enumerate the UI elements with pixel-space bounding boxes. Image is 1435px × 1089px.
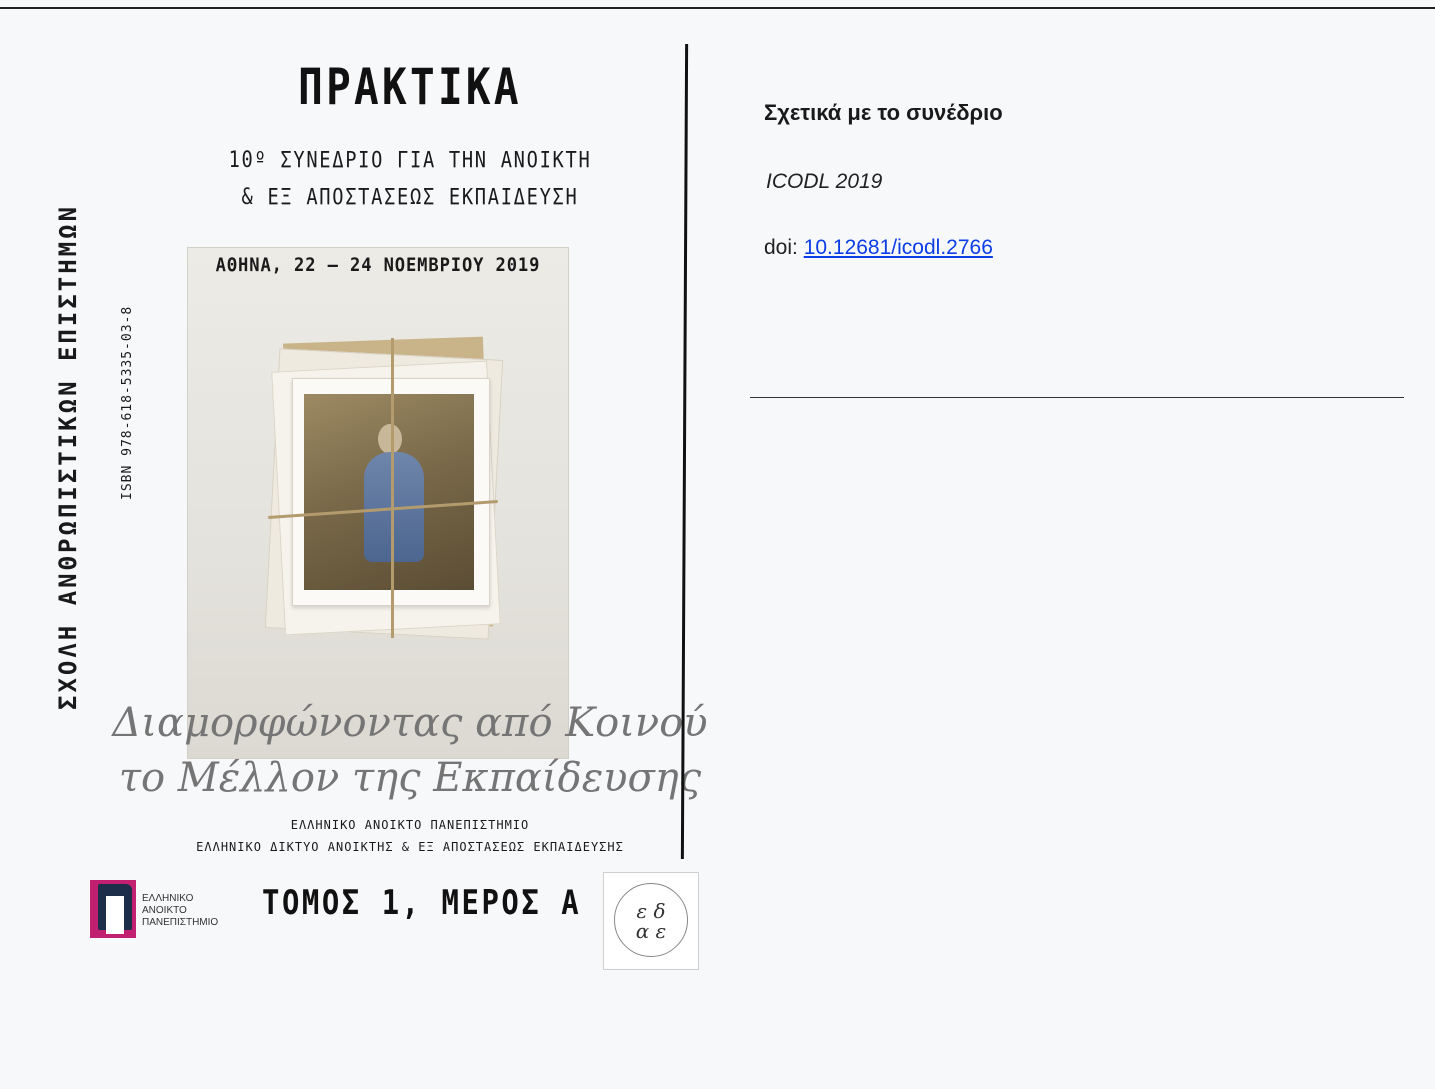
doi-line: doi: 10.12681/icodl.2766 [764,236,993,260]
doi-label: doi: [764,236,798,259]
cover-date-place: ΑΘΗΝΑ, 22 – 24 ΝΟΕΜΒΡΙΟΥ 2019 [215,254,541,276]
edae-logo: ε δα ε [603,872,699,970]
eap-logo: ΕΛΛΗΝΙΚΟ ΑΝΟΙΚΤΟ ΠΑΝΕΠΙΣΤΗΜΙΟ [90,880,230,942]
top-divider [0,7,1435,9]
cover-publisher-line-2: ΕΛΛΗΝΙΚΟ ΔΙΚΤΥΟ ΑΝΟΙΚΤΗΣ & ΕΞ ΑΠΟΣΤΑΣΕΩΣ… [196,840,624,854]
cover-conference-line-2: & ΕΞ ΑΠΟΣΤΑΣΕΩΣ ΕΚΠΑΙΔΕΥΣΗ [241,185,579,210]
cover-conference-line-1: 10º ΣΥΝΕΔΡΙΟ ΓΙΑ ΤΗΝ ΑΝΟΙΚΤΗ [228,148,592,173]
figure-head [378,424,402,454]
cover-school-vertical: ΣΧΟΛΗ ΑΝΘΡΩΠΙΣΤΙΚΩΝ ΕΠΙΣΤΗΜΩΝ [54,203,82,710]
cover-theme-line-1: Διαμορφώνοντας από Κοινού [112,700,708,746]
cover-photo: ΑΘΗΝΑ, 22 – 24 ΝΟΕΜΒΡΙΟΥ 2019 [187,247,569,759]
eap-logo-mark-icon [90,880,136,938]
cover-theme-line-2: το Μέλλον της Εκπαίδευσης [118,755,702,801]
proceedings-cover: ΠΡΑΚΤΙΚΑ 10º ΣΥΝΕΔΡΙΟ ΓΙΑ ΤΗΝ ΑΝΟΙΚΤΗ & … [40,40,720,990]
painting-woman-reading [304,394,474,590]
about-conference-heading: Σχετικά με το συνέδριο [764,100,1003,125]
cover-publisher-line-1: ΕΛΛΗΝΙΚΟ ΑΝΟΙΚΤΟ ΠΑΝΕΠΙΣΤΗΜΙΟ [290,818,530,832]
conference-name: ICODL 2019 [766,170,883,193]
eap-logo-text: ΕΛΛΗΝΙΚΟ ΑΝΟΙΚΤΟ ΠΑΝΕΠΙΣΤΗΜΙΟ [142,893,219,928]
info-divider [750,397,1404,398]
cover-title: ΠΡΑΚΤΙΚΑ [298,58,522,116]
doi-link[interactable]: 10.12681/icodl.2766 [804,236,993,259]
twine-vertical [391,338,394,638]
cover-isbn: ISBN 978-618-5335-03-8 [120,305,135,500]
edae-logo-letters: ε δα ε [635,899,667,943]
cover-volume: ΤΟΜΟΣ 1, ΜΕΡΟΣ Α [262,883,582,923]
